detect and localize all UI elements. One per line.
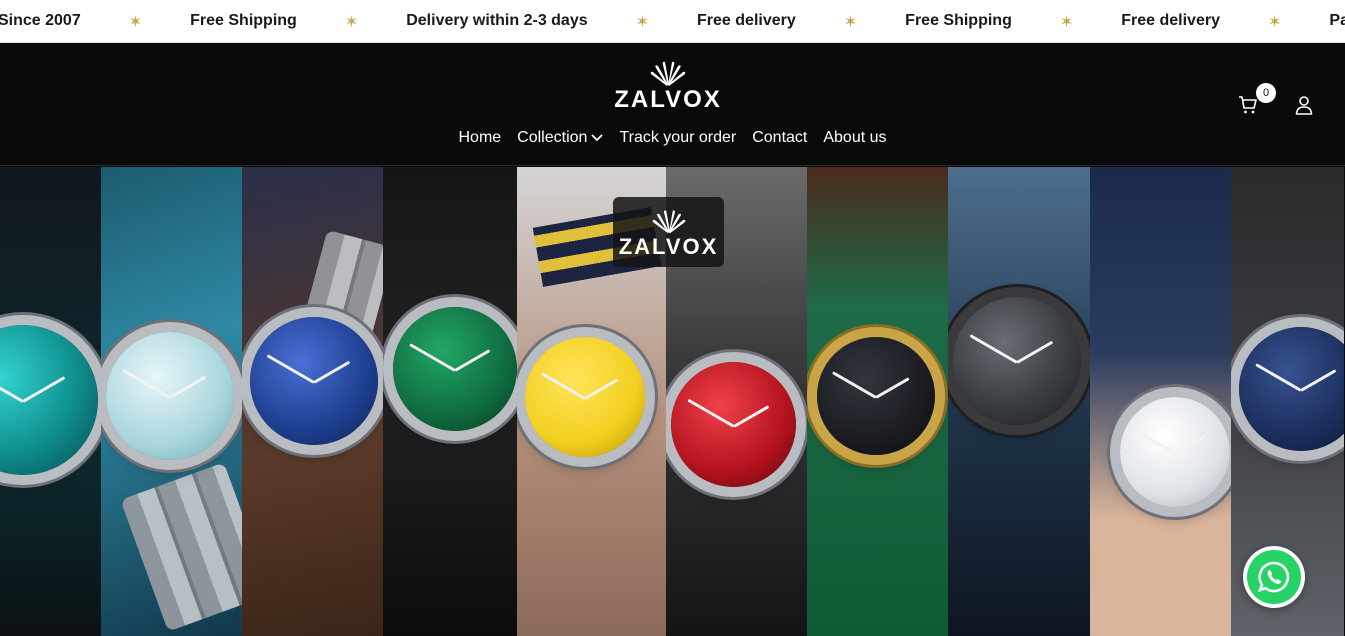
hero-panel-black-gold [807,167,948,636]
star-icon: ✶ [128,13,143,31]
hero-panel-white [1090,167,1231,636]
nav-label: Collection [517,129,588,146]
watch-dial [953,297,1081,425]
main-nav: Home Collection Track your order Contact… [0,127,1345,149]
hero-banner[interactable]: ZALVOX [0,167,1345,636]
nav-label: About us [823,129,887,146]
cart-icon [1239,96,1257,114]
announcement-text: Free Shipping [190,12,297,29]
nav-label: Contact [752,129,808,146]
shell-logo-icon [652,210,685,234]
shell-logo-icon [650,61,686,86]
watch-dial [817,337,935,455]
cart-button[interactable] [1238,95,1258,115]
announcement-text: Free delivery [1121,12,1220,29]
hero-brand-overlay: ZALVOX [613,197,724,267]
star-icon: ✶ [344,13,359,31]
watch-dial [525,337,645,457]
user-icon [1295,96,1313,115]
hero-brand-name: ZALVOX [618,234,719,259]
star-icon: ✶ [1267,13,1282,31]
nav-home[interactable]: Home [450,127,509,149]
account-button[interactable] [1294,95,1314,115]
nav-about[interactable]: About us [815,127,894,149]
hero-panel-ice [101,167,242,636]
announcement-text: Free delivery [697,12,796,29]
star-icon: ✶ [843,13,858,31]
brand-name: ZALVOX [614,86,722,113]
nav-track-order[interactable]: Track your order [611,127,744,149]
watch-dial [0,325,98,475]
cart-count-badge: 0 [1256,83,1276,103]
watch-dial [250,317,378,445]
watch-dial [1120,397,1230,507]
announcement-text: Delivery within 2-3 days [406,12,588,29]
watch-dial [106,332,234,460]
chevron-down-icon [591,134,604,142]
announcement-text: Pakistan’s #1 wa [1329,12,1345,29]
watch-dial [393,307,517,431]
announcement-text: Since 2007 [0,12,81,29]
star-icon: ✶ [635,13,650,31]
hero-panel-teal [0,167,101,636]
site-header: ZALVOX Home Collection Track your order … [0,43,1345,166]
nav-label: Home [458,129,502,146]
brand-logo[interactable]: ZALVOX [612,59,724,117]
hero-panel-green [383,167,517,636]
whatsapp-icon [1257,561,1290,593]
nav-collection[interactable]: Collection [509,127,611,149]
watch-dial [1239,327,1344,451]
announcement-track: Since 2007 ✶ Free Shipping ✶ Delivery wi… [0,0,1345,42]
star-icon: ✶ [1059,13,1074,31]
watch-dial [671,362,796,487]
nav-label: Track your order [619,129,737,146]
hero-panel-blue [242,167,383,636]
hero-panel-camo [948,167,1090,636]
announcement-bar: Since 2007 ✶ Free Shipping ✶ Delivery wi… [0,0,1345,43]
announcement-text: Free Shipping [905,12,1012,29]
nav-contact[interactable]: Contact [744,127,815,149]
whatsapp-button[interactable] [1243,546,1305,608]
